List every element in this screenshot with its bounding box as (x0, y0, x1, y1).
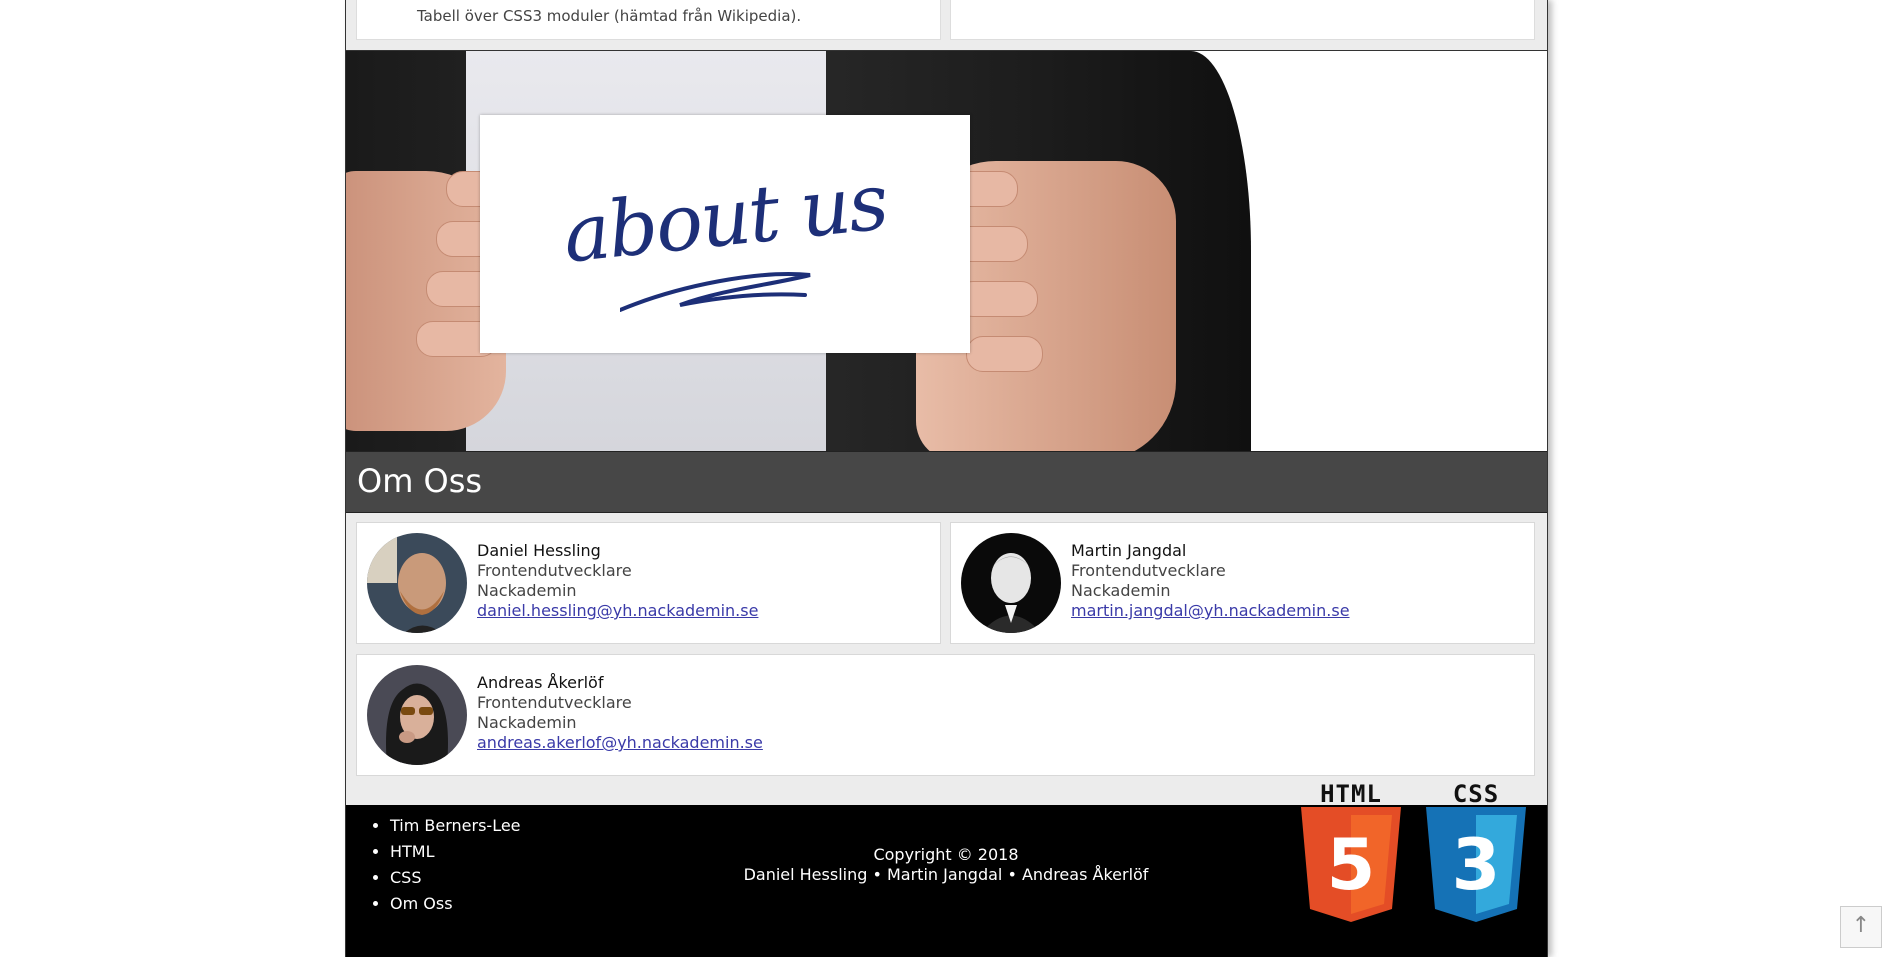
footer-nav-item: CSS (390, 865, 521, 891)
footer-link-html[interactable]: HTML (390, 842, 435, 861)
avatar (367, 665, 467, 765)
html5-number: 5 (1327, 824, 1376, 906)
person-role: Frontendutvecklare (477, 561, 632, 580)
person-card: Andreas Åkerlöf Frontendutvecklare Nacka… (356, 654, 1535, 776)
css3-logo: CSS 3 (1426, 781, 1526, 926)
hero-sign-text: about us (559, 157, 891, 281)
person-name: Daniel Hessling (477, 541, 601, 560)
person-info: Andreas Åkerlöf Frontendutvecklare Nacka… (477, 673, 763, 753)
authors-text: Daniel Hessling • Martin Jangdal • Andre… (743, 865, 1149, 884)
arrow-up-icon: ↑ (1851, 913, 1871, 938)
avatar (367, 533, 467, 633)
copyright-text: Copyright © 2018 (873, 845, 1019, 864)
page-container: Tabell över CSS3 moduler (hämtad från Wi… (345, 0, 1548, 957)
footer-nav-item: Tim Berners-Lee (390, 813, 521, 839)
content-card (950, 0, 1535, 40)
hero-finger (966, 336, 1043, 372)
card-caption: Tabell över CSS3 moduler (hämtad från Wi… (417, 7, 802, 25)
person-email-link[interactable]: daniel.hessling@yh.nackademin.se (477, 601, 758, 620)
person-email-link[interactable]: martin.jangdal@yh.nackademin.se (1071, 601, 1350, 620)
about-us-hero-image: about us (346, 50, 1547, 452)
footer-link-om-oss[interactable]: Om Oss (390, 894, 453, 913)
footer-nav: Tim Berners-Lee HTML CSS Om Oss (366, 813, 521, 917)
person-info: Martin Jangdal Frontendutvecklare Nackad… (1071, 541, 1350, 621)
avatar (961, 533, 1061, 633)
hero-swoosh (620, 272, 811, 312)
footer-link-css[interactable]: CSS (390, 868, 421, 887)
css3-number: 3 (1452, 824, 1501, 906)
person-email-link[interactable]: andreas.akerlof@yh.nackademin.se (477, 733, 763, 752)
scroll-to-top-button[interactable]: ↑ (1840, 906, 1882, 948)
person-role: Frontendutvecklare (477, 693, 632, 712)
hero-note-card: about us (480, 115, 970, 353)
footer-copyright: Copyright © 2018 Daniel Hessling • Marti… (736, 845, 1156, 885)
footer-nav-item: HTML (390, 839, 521, 865)
person-name: Martin Jangdal (1071, 541, 1187, 560)
footer: Tim Berners-Lee HTML CSS Om Oss Copyrigh… (346, 781, 1547, 957)
html5-logo-label: HTML (1320, 780, 1382, 808)
css3-logo-label: CSS (1452, 780, 1500, 808)
person-school: Nackademin (477, 581, 577, 600)
person-info: Daniel Hessling Frontendutvecklare Nacka… (477, 541, 758, 621)
person-role: Frontendutvecklare (1071, 561, 1226, 580)
about-heading: Om Oss (357, 462, 483, 500)
footer-link-tim-berners-lee[interactable]: Tim Berners-Lee (390, 816, 521, 835)
html5-logo: HTML 5 (1301, 781, 1401, 926)
person-card: Martin Jangdal Frontendutvecklare Nackad… (950, 522, 1535, 644)
content-card: Tabell över CSS3 moduler (hämtad från Wi… (356, 0, 941, 40)
person-school: Nackademin (1071, 581, 1171, 600)
about-heading-band: Om Oss (346, 451, 1547, 513)
person-school: Nackademin (477, 713, 577, 732)
person-card: Daniel Hessling Frontendutvecklare Nacka… (356, 522, 941, 644)
footer-nav-item: Om Oss (390, 891, 521, 917)
person-name: Andreas Åkerlöf (477, 673, 604, 692)
